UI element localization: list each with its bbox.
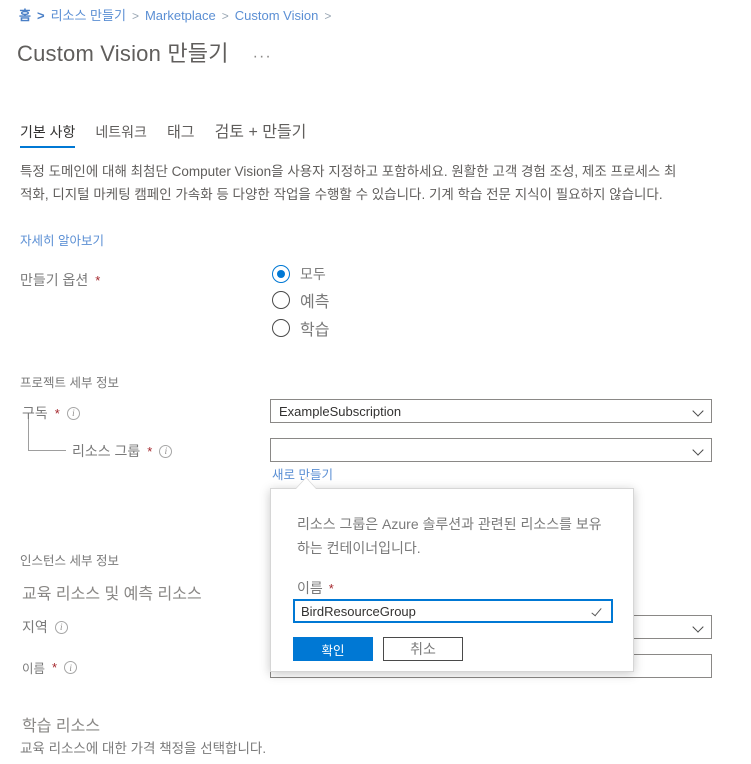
breadcrumb-item-home[interactable]: 홈 [19,7,31,25]
subscription-dropdown[interactable]: ExampleSubscription [270,399,712,423]
create-options-radio-group: 모두 예측 학습 [272,264,329,344]
chevron-down-icon[interactable] [692,405,705,418]
tab-bar: 기본 사항 네트워크 태그 검토 + 만들기 [20,118,306,148]
training-resource-title: 학습 리소스 [22,718,101,735]
breadcrumb: 홈 > 리소스 만들기 > Marketplace > Custom Visio… [19,7,331,25]
tab-basics[interactable]: 기본 사항 [20,122,76,148]
info-icon[interactable]: i [64,661,78,674]
chevron-down-icon[interactable] [692,621,705,634]
tab-tags[interactable]: 태그 [167,121,195,148]
info-icon[interactable]: i [66,406,80,420]
radio-option-training[interactable]: 학습 [272,316,329,340]
radio-icon-selected[interactable] [272,265,290,283]
callout-name-value: BirdResourceGroup [301,603,416,619]
name-label: 이름 * i [22,658,78,677]
training-and-prediction-resources-label: 교육 리소스 및 예측 리소스 [22,586,202,603]
radio-label-training: 학습 [300,322,330,339]
title-row: Custom Vision 만들기 ··· [17,36,272,68]
tab-network[interactable]: 네트워크 [95,122,147,148]
radio-option-all[interactable]: 모두 [272,264,329,284]
callout-name-label-text: 이름 [297,580,323,596]
tree-connector [28,419,66,451]
tab-review-create[interactable]: 검토 + 만들기 [215,118,307,148]
chevron-down-icon[interactable] [692,444,705,457]
name-label-text: 이름 [22,662,46,676]
callout-name-label: 이름 * [297,578,334,598]
page-description: 특정 도메인에 대해 최첨단 Computer Vision을 사용자 지정하고… [20,164,677,202]
region-label-text: 지역 [22,619,48,635]
breadcrumb-separator: > [36,8,45,23]
checkmark-icon [592,605,605,618]
breadcrumb-separator: > [131,9,139,23]
breadcrumb-separator: > [221,9,229,23]
azure-create-custom-vision-page: 홈 > 리소스 만들기 > Marketplace > Custom Visio… [0,0,751,764]
radio-label-all: 모두 [300,266,326,282]
training-resource-description: 교육 리소스에 대한 가격 책정을 선택합니다. [20,741,267,756]
breadcrumb-item-marketplace[interactable]: Marketplace [145,7,216,25]
more-menu-icon[interactable]: ··· [253,48,272,66]
radio-icon[interactable] [272,291,290,309]
radio-option-prediction[interactable]: 예측 [272,288,329,312]
required-asterisk: * [328,580,334,596]
create-options-label: 만들기 옵션 * [20,270,100,290]
project-details-heading: 프로젝트 세부 정보 [20,376,119,390]
radio-icon[interactable] [272,319,290,337]
resource-group-label-text: 리소스 그룹 [72,443,141,459]
subscription-value: ExampleSubscription [279,403,402,419]
breadcrumb-item-create-resource[interactable]: 리소스 만들기 [51,7,126,25]
callout-name-input[interactable]: BirdResourceGroup [293,599,613,623]
ok-button[interactable]: 확인 [293,637,373,661]
create-options-label-text: 만들기 옵션 [20,272,89,288]
required-asterisk: * [95,272,101,288]
resource-group-label: 리소스 그룹 * i [72,441,173,461]
required-asterisk: * [52,660,58,675]
page-title: Custom Vision 만들기 [17,41,229,66]
radio-label-prediction: 예측 [300,294,330,311]
instance-details-heading: 인스턴스 세부 정보 [20,554,119,568]
learn-more-link[interactable]: 자세히 알아보기 [20,230,104,249]
info-icon[interactable]: i [54,620,68,634]
info-icon[interactable]: i [159,444,173,458]
breadcrumb-item-custom-vision[interactable]: Custom Vision [235,7,319,25]
callout-button-row: 확인 취소 [293,637,463,661]
required-asterisk: * [147,443,153,459]
callout-description: 리소스 그룹은 Azure 솔루션과 관련된 리소스를 보유하는 컨테이너입니다… [297,516,602,556]
callout-arrow [296,478,316,489]
resource-group-dropdown[interactable] [270,438,712,462]
breadcrumb-separator: > [324,9,332,23]
resource-group-callout: 리소스 그룹은 Azure 솔루션과 관련된 리소스를 보유하는 컨테이너입니다… [270,488,634,672]
cancel-button[interactable]: 취소 [383,637,463,661]
region-label: 지역 i [22,617,68,637]
